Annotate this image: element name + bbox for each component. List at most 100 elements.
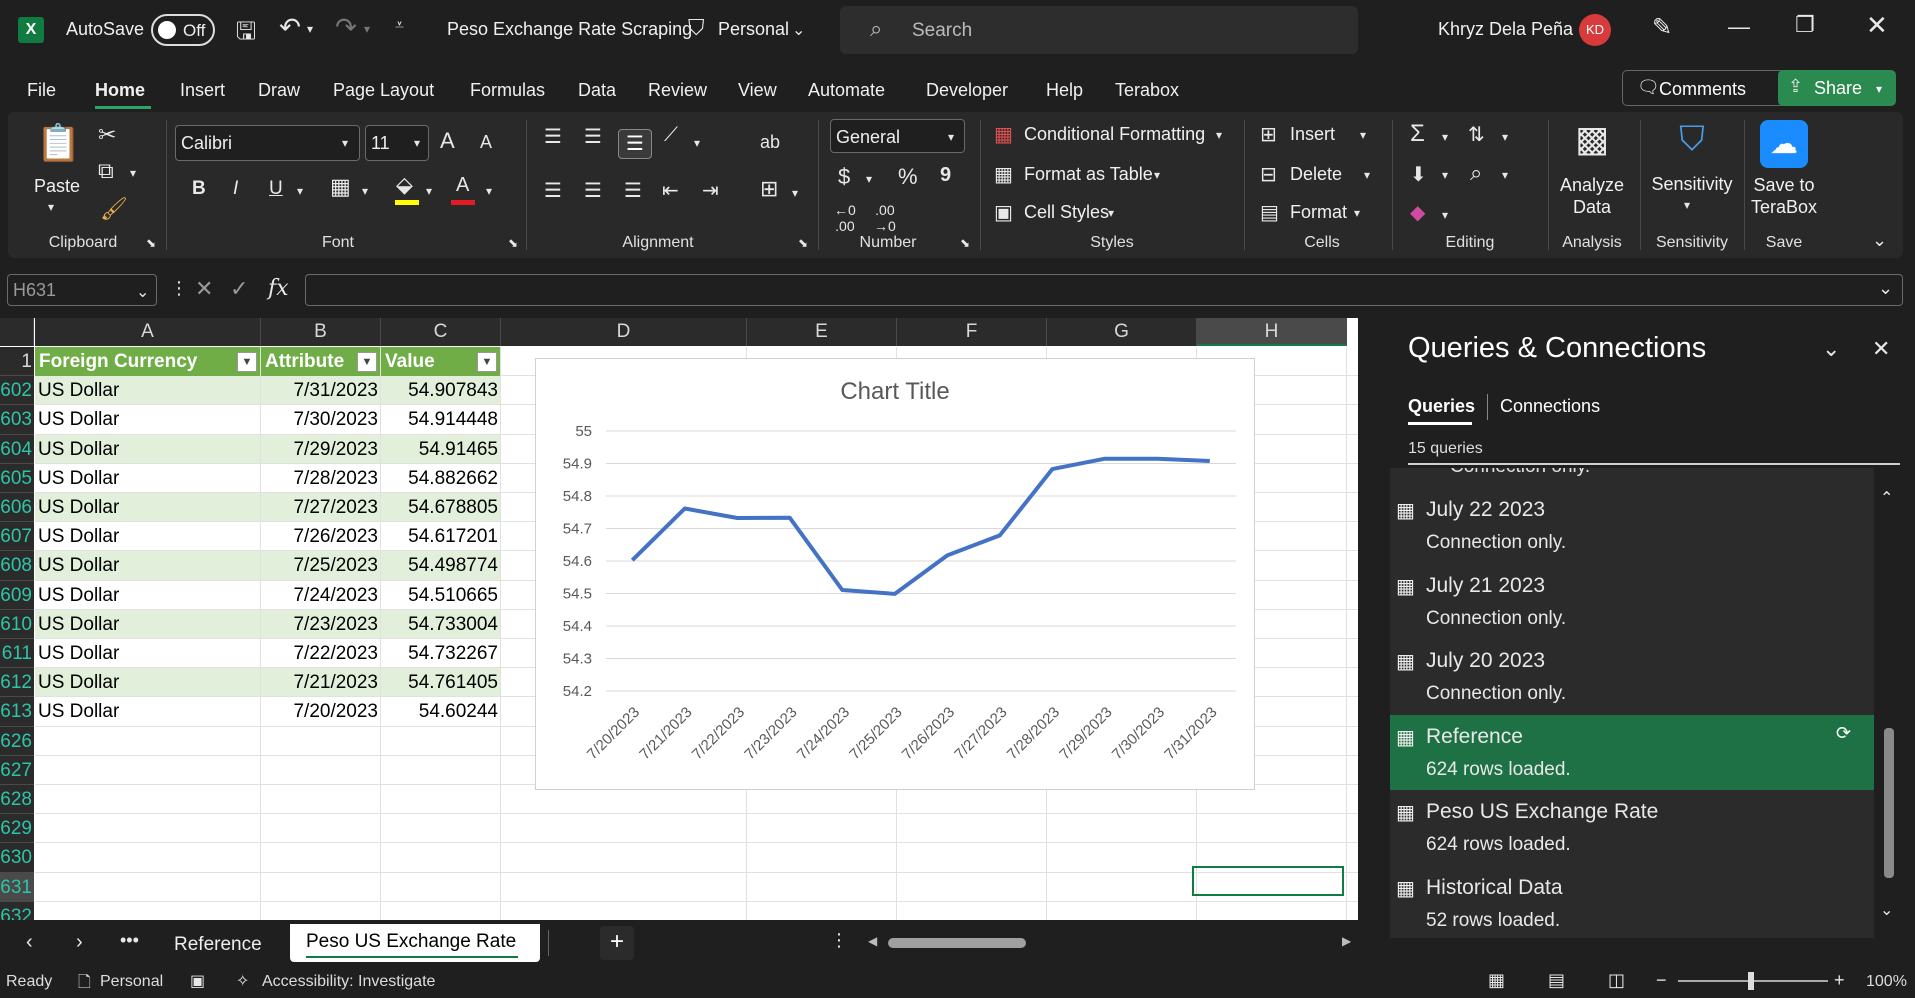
merge-center-icon[interactable]: ⊞ <box>760 176 778 202</box>
redo-dropdown-icon[interactable]: ▾ <box>364 22 370 36</box>
zoom-slider-thumb[interactable] <box>1748 972 1754 990</box>
font-color-icon[interactable]: A <box>456 174 469 197</box>
pen-icon[interactable]: ✎ <box>1652 13 1672 42</box>
restore-icon[interactable]: ❐ <box>1795 12 1815 38</box>
copy-icon[interactable]: ⧉ <box>98 158 114 184</box>
currency-cell[interactable]: US Dollar <box>35 522 261 551</box>
tab-data[interactable]: Data <box>578 80 616 101</box>
row-header[interactable]: 604 <box>0 435 34 464</box>
increase-decimal-icon[interactable]: ←0.00 <box>834 202 856 234</box>
page-break-view-icon[interactable]: ◫ <box>1608 970 1625 991</box>
value-cell[interactable] <box>381 727 501 756</box>
italic-button[interactable]: I <box>233 178 238 200</box>
page-layout-view-icon[interactable]: ▤ <box>1548 970 1565 991</box>
confirm-entry-icon[interactable]: ✓ <box>230 276 248 302</box>
currency-cell[interactable] <box>35 785 261 814</box>
align-middle-icon[interactable]: ☰ <box>584 124 602 149</box>
row-header[interactable]: 631 <box>0 873 34 902</box>
currency-cell[interactable] <box>35 814 261 843</box>
tab-home[interactable]: Home <box>95 80 145 101</box>
document-title[interactable]: Peso Exchange Rate Scraping <box>447 19 692 40</box>
currency-cell[interactable]: US Dollar <box>35 639 261 668</box>
clear-dropdown-icon[interactable]: ▾ <box>1442 208 1448 222</box>
currency-cell[interactable]: US Dollar <box>35 551 261 580</box>
user-name[interactable]: Khryz Dela Peña <box>1438 19 1573 40</box>
date-cell[interactable]: 7/31/2023 <box>261 376 381 405</box>
panel-close-icon[interactable]: ✕ <box>1872 336 1890 362</box>
currency-dropdown-icon[interactable]: ▾ <box>866 172 872 186</box>
insert-cells-button[interactable]: Insert <box>1290 124 1335 145</box>
row-header[interactable]: 628 <box>0 785 34 814</box>
sheet-tab-active-bg[interactable]: Peso US Exchange Rate <box>290 924 540 962</box>
decrease-decimal-icon[interactable]: .00→0 <box>874 202 896 234</box>
date-cell[interactable]: 7/26/2023 <box>261 522 381 551</box>
delete-cells-dropdown-icon[interactable]: ▾ <box>1364 168 1370 182</box>
ribbon-collapse-icon[interactable]: ⌄ <box>1872 230 1887 251</box>
cut-icon[interactable]: ✂ <box>98 122 116 148</box>
name-box[interactable]: H631 <box>7 274 157 306</box>
date-cell[interactable]: 7/30/2023 <box>261 405 381 434</box>
cancel-entry-icon[interactable]: ✕ <box>195 276 213 302</box>
autosave-toggle[interactable]: Off <box>151 14 215 46</box>
customize-qat-icon[interactable]: ⩡ <box>395 17 404 35</box>
row-header[interactable]: 613 <box>0 697 34 726</box>
borders-dropdown-icon[interactable]: ▾ <box>362 184 368 198</box>
conditional-formatting-button[interactable]: Conditional Formatting <box>1024 124 1205 145</box>
align-top-icon[interactable]: ☰ <box>544 124 562 149</box>
currency-cell[interactable] <box>35 873 261 902</box>
borders-icon[interactable]: ▦ <box>330 174 351 200</box>
tab-review[interactable]: Review <box>648 80 707 101</box>
value-cell[interactable] <box>381 785 501 814</box>
date-cell[interactable]: 7/20/2023 <box>261 697 381 726</box>
number-format-select[interactable]: General <box>830 119 965 153</box>
currency-cell[interactable]: US Dollar <box>35 610 261 639</box>
font-color-dropdown-icon[interactable]: ▾ <box>486 184 492 198</box>
font-name-select[interactable]: Calibri <box>175 125 360 161</box>
date-cell[interactable] <box>261 902 381 920</box>
search-box[interactable]: ⌕ Search <box>840 6 1358 54</box>
tab-terabox[interactable]: Terabox <box>1115 80 1179 101</box>
tab-page-layout[interactable]: Page Layout <box>333 80 434 101</box>
terabox-icon[interactable]: ☁ <box>1760 120 1808 168</box>
value-cell[interactable] <box>381 873 501 902</box>
paste-icon[interactable]: 📋 <box>36 122 76 166</box>
sensitivity-icon[interactable]: ⛉ <box>1670 120 1714 159</box>
formula-bar-options-icon[interactable]: ⋮ <box>170 278 188 299</box>
merge-dropdown-icon[interactable]: ▾ <box>792 186 798 200</box>
underline-dropdown-icon[interactable]: ▾ <box>297 184 303 198</box>
tab-automate[interactable]: Automate <box>808 80 885 101</box>
currency-cell[interactable]: US Dollar <box>35 581 261 610</box>
format-as-table-button[interactable]: Format as Table <box>1024 164 1153 185</box>
share-dropdown-icon[interactable]: ▾ <box>1876 82 1882 96</box>
query-item[interactable]: ▦July 20 2023Connection only. <box>1390 639 1874 714</box>
find-select-icon[interactable]: ⌕ <box>1470 160 1482 186</box>
filter-dropdown-icon[interactable]: ▼ <box>357 352 377 372</box>
share-button[interactable]: ⇪ Share ▾ <box>1778 70 1896 106</box>
sheet-tab-peso-us-exchange-rate[interactable]: Peso US Exchange Rate <box>306 931 516 953</box>
sensitivity-dropdown-icon[interactable]: ⌄ <box>792 20 805 40</box>
tab-connections[interactable]: Connections <box>1500 396 1600 417</box>
column-header-b[interactable]: B <box>261 318 381 346</box>
conditional-formatting-dropdown-icon[interactable]: ▾ <box>1216 128 1222 142</box>
currency-cell[interactable]: US Dollar <box>35 405 261 434</box>
zoom-in-icon[interactable]: + <box>1834 970 1845 991</box>
query-item[interactable]: ▦July 21 2023Connection only. <box>1390 564 1874 639</box>
date-cell[interactable]: 7/21/2023 <box>261 668 381 697</box>
format-table-dropdown-icon[interactable]: ▾ <box>1154 168 1160 182</box>
clear-icon[interactable]: ◆ <box>1410 200 1425 225</box>
date-cell[interactable] <box>261 814 381 843</box>
delete-cells-button[interactable]: Delete <box>1290 164 1342 185</box>
tab-file[interactable]: File <box>27 80 56 101</box>
tab-insert[interactable]: Insert <box>180 80 225 101</box>
align-right-icon[interactable]: ☰ <box>624 178 642 203</box>
find-select-dropdown-icon[interactable]: ▾ <box>1502 168 1508 182</box>
column-header-c[interactable]: C <box>381 318 501 346</box>
sensitivity-label[interactable]: Personal <box>718 19 789 40</box>
orientation-icon[interactable]: ⟋ <box>664 124 678 147</box>
percent-icon[interactable]: % <box>898 164 918 190</box>
format-cells-icon[interactable]: ▤ <box>1260 200 1279 225</box>
date-cell[interactable] <box>261 873 381 902</box>
conditional-formatting-icon[interactable]: ▦ <box>994 122 1013 147</box>
date-cell[interactable]: 7/25/2023 <box>261 551 381 580</box>
currency-cell[interactable]: US Dollar <box>35 376 261 405</box>
